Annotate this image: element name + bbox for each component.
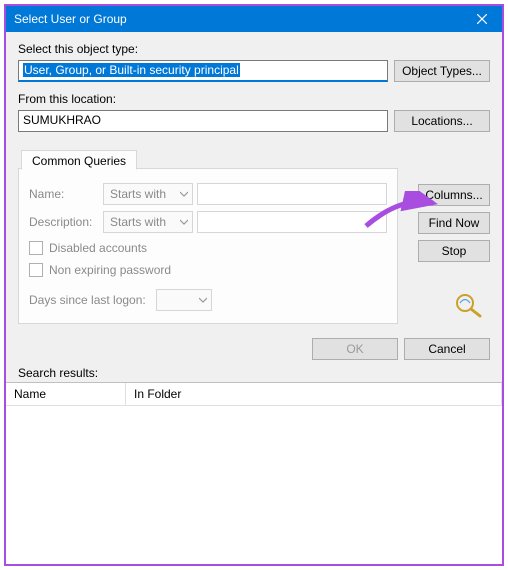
titlebar: Select User or Group <box>6 6 502 32</box>
search-results-label: Search results: <box>6 364 502 382</box>
disabled-accounts-label: Disabled accounts <box>49 241 147 255</box>
close-button[interactable] <box>462 6 502 32</box>
desc-mode-value: Starts with <box>110 215 166 229</box>
locations-button[interactable]: Locations... <box>394 110 490 132</box>
col-in-folder[interactable]: In Folder <box>126 383 502 405</box>
name-label: Name: <box>29 187 99 201</box>
non-expiring-checkbox[interactable] <box>29 263 43 277</box>
results-list: Name In Folder <box>6 382 502 564</box>
search-icon <box>454 292 484 321</box>
desc-input[interactable] <box>197 211 387 233</box>
object-type-value: User, Group, or Built-in security princi… <box>23 63 240 77</box>
location-field[interactable]: SUMUKHRAO <box>18 110 388 132</box>
common-queries-panel: Common Queries Name: Starts with Descrip… <box>18 168 398 324</box>
find-now-button[interactable]: Find Now <box>418 212 490 234</box>
tab-common-queries[interactable]: Common Queries <box>21 150 137 170</box>
object-type-label: Select this object type: <box>18 42 490 56</box>
desc-label: Description: <box>29 215 99 229</box>
location-label: From this location: <box>18 92 490 106</box>
results-header: Name In Folder <box>6 383 502 406</box>
stop-button[interactable]: Stop <box>418 240 490 262</box>
chevron-down-icon <box>180 190 188 198</box>
name-mode-value: Starts with <box>110 187 166 201</box>
chevron-down-icon <box>199 296 207 304</box>
disabled-accounts-checkbox[interactable] <box>29 241 43 255</box>
close-icon <box>477 14 487 24</box>
cancel-button[interactable]: Cancel <box>404 338 490 360</box>
columns-button[interactable]: Columns... <box>418 184 490 206</box>
col-name[interactable]: Name <box>6 383 126 405</box>
window-title: Select User or Group <box>14 12 127 26</box>
results-body[interactable] <box>6 406 502 564</box>
desc-mode-combo[interactable]: Starts with <box>103 211 193 233</box>
object-types-button[interactable]: Object Types... <box>394 60 490 82</box>
name-mode-combo[interactable]: Starts with <box>103 183 193 205</box>
days-logon-combo[interactable] <box>156 289 212 311</box>
days-logon-label: Days since last logon: <box>29 293 146 307</box>
name-input[interactable] <box>197 183 387 205</box>
object-type-field[interactable]: User, Group, or Built-in security princi… <box>18 60 388 82</box>
location-value: SUMUKHRAO <box>23 113 101 127</box>
chevron-down-icon <box>180 218 188 226</box>
non-expiring-label: Non expiring password <box>49 263 171 277</box>
ok-button[interactable]: OK <box>312 338 398 360</box>
